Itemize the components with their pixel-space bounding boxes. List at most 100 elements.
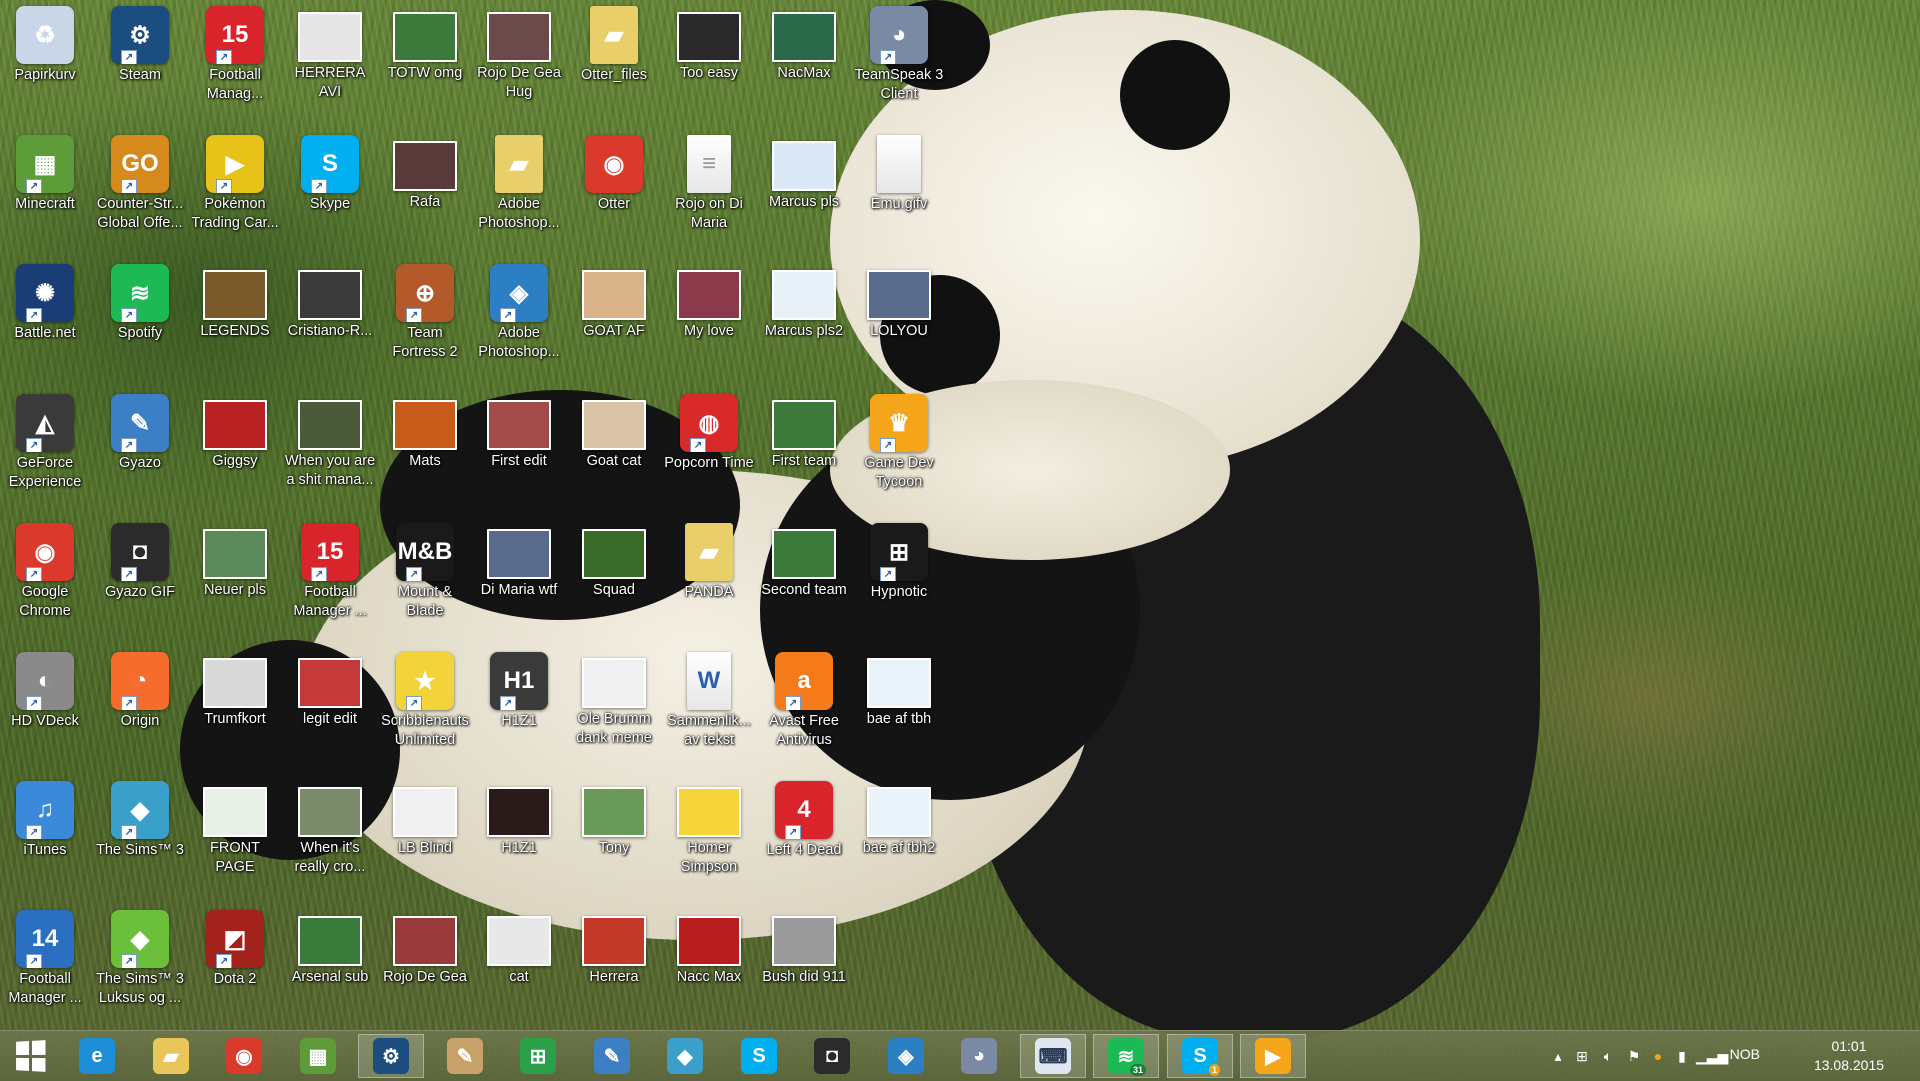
desktop-icon[interactable]: ▰ PANDA bbox=[663, 517, 755, 641]
taskbar-steam-button[interactable]: ⚙ bbox=[358, 1034, 424, 1078]
desktop-icon[interactable]: ♛ ↗ Game Dev Tycoon bbox=[853, 388, 945, 512]
desktop-icon[interactable]: Nacc Max bbox=[663, 904, 755, 1028]
taskbar-on-screen-keyboard-button[interactable]: ⌨ bbox=[1020, 1034, 1086, 1078]
taskbar-media-player-button[interactable]: ▶ bbox=[1240, 1034, 1306, 1078]
taskbar-spotify-button[interactable]: ≋ 31 bbox=[1093, 1034, 1159, 1078]
desktop-icon[interactable]: Arsenal sub bbox=[284, 904, 376, 1028]
desktop-icon[interactable]: H1 ↗ H1Z1 bbox=[473, 646, 565, 770]
desktop-icon[interactable]: First team bbox=[758, 388, 850, 512]
desktop-icon[interactable]: ◔ ↗ Origin bbox=[94, 646, 186, 770]
desktop-icon[interactable]: ▰ Otter_files bbox=[568, 0, 660, 124]
desktop-icon[interactable]: Cristiano-R... bbox=[284, 258, 376, 382]
desktop-icon[interactable]: Homer Simpson bbox=[663, 775, 755, 899]
avast-tray-icon[interactable]: ● bbox=[1648, 1046, 1668, 1066]
desktop-icon[interactable]: Neuer pls bbox=[189, 517, 281, 641]
desktop-icon[interactable]: Emu.gifv bbox=[853, 129, 945, 253]
desktop-icon[interactable]: ♫ ↗ iTunes bbox=[0, 775, 91, 899]
desktop-icon[interactable]: When it's really cro... bbox=[284, 775, 376, 899]
input-language[interactable]: NOB bbox=[1730, 1046, 1760, 1062]
desktop-icon[interactable]: 15 ↗ Football Manag... bbox=[189, 0, 281, 124]
volume-icon[interactable]: 🔈︎ bbox=[1598, 1046, 1618, 1066]
desktop-icon[interactable]: ◐ ↗ HD VDeck bbox=[0, 646, 91, 770]
desktop-icon[interactable]: ♻ Papirkurv bbox=[0, 0, 91, 124]
taskbar-chrome-button[interactable]: ◉ bbox=[211, 1034, 277, 1078]
desktop-icon[interactable]: ◭ ↗ GeForce Experience bbox=[0, 388, 91, 512]
desktop-icon[interactable]: Giggsy bbox=[189, 388, 281, 512]
desktop-icon[interactable]: 14 ↗ Football Manager ... bbox=[0, 904, 91, 1028]
desktop-icon[interactable]: Bush did 911 bbox=[758, 904, 850, 1028]
taskbar-windows-store-button[interactable]: ⊞ bbox=[505, 1034, 571, 1078]
desktop-icon[interactable]: legit edit bbox=[284, 646, 376, 770]
desktop-icon[interactable]: ≋ ↗ Spotify bbox=[94, 258, 186, 382]
desktop-icon[interactable]: 15 ↗ Football Manager ... bbox=[284, 517, 376, 641]
flag-icon[interactable]: ⚑ bbox=[1624, 1046, 1644, 1066]
desktop-icon[interactable]: bae af tbh bbox=[853, 646, 945, 770]
taskbar-gyazo-button[interactable]: ✎ bbox=[579, 1034, 645, 1078]
battery-icon[interactable]: ▮ bbox=[1672, 1046, 1692, 1066]
taskbar-file-explorer-button[interactable]: ▰ bbox=[138, 1034, 204, 1078]
desktop-icon[interactable]: ◉ Otter bbox=[568, 129, 660, 253]
desktop-icon[interactable]: Rojo De Gea Hug bbox=[473, 0, 565, 124]
taskbar-photoshop-installer-button[interactable]: ◈ bbox=[873, 1034, 939, 1078]
desktop-icon[interactable]: Marcus pls2 bbox=[758, 258, 850, 382]
desktop-icon[interactable]: Rafa bbox=[379, 129, 471, 253]
desktop-icon[interactable]: ⚙ ↗ Steam bbox=[94, 0, 186, 124]
desktop-icon[interactable]: ▰ Adobe Photoshop... bbox=[473, 129, 565, 253]
desktop-icon[interactable]: LB Blind bbox=[379, 775, 471, 899]
desktop-icon[interactable]: W Sammenlik... av tekst bbox=[663, 646, 755, 770]
desktop-icon[interactable]: ◍ ↗ Popcorn Time bbox=[663, 388, 755, 512]
desktop-icon[interactable]: ⊕ ↗ Team Fortress 2 bbox=[379, 258, 471, 382]
desktop-icon[interactable]: H1Z1 bbox=[473, 775, 565, 899]
taskbar-gyazo-gif-button[interactable]: ◘ bbox=[799, 1034, 865, 1078]
network-signal-icon[interactable]: ▁▃▅ bbox=[1696, 1046, 1728, 1066]
desktop-icon[interactable]: M&B ↗ Mount & Blade bbox=[379, 517, 471, 641]
taskbar-minecraft-button[interactable]: ▦ bbox=[285, 1034, 351, 1078]
desktop-icon[interactable]: Goat cat bbox=[568, 388, 660, 512]
desktop-icon[interactable]: Second team bbox=[758, 517, 850, 641]
desktop-icon[interactable]: ★ ↗ Scribblenauts Unlimited bbox=[379, 646, 471, 770]
desktop-icon[interactable]: ◆ ↗ The Sims™ 3 Luksus og ... bbox=[94, 904, 186, 1028]
desktop-icon[interactable]: First edit bbox=[473, 388, 565, 512]
desktop-icon[interactable]: ✎ ↗ Gyazo bbox=[94, 388, 186, 512]
desktop-icon[interactable]: ◉ ↗ Google Chrome bbox=[0, 517, 91, 641]
desktop-icon[interactable]: Marcus pls bbox=[758, 129, 850, 253]
taskbar-skype-button[interactable]: S bbox=[726, 1034, 792, 1078]
taskbar-paint-button[interactable]: ✎ bbox=[432, 1034, 498, 1078]
taskbar-teamspeak-button[interactable]: ◕ bbox=[946, 1034, 1012, 1078]
desktop-icon[interactable]: Mats bbox=[379, 388, 471, 512]
desktop-icon[interactable]: LOLYOU bbox=[853, 258, 945, 382]
taskbar-internet-explorer-button[interactable]: e bbox=[64, 1034, 130, 1078]
desktop-icon[interactable]: bae af tbh2 bbox=[853, 775, 945, 899]
desktop-icon[interactable]: ◩ ↗ Dota 2 bbox=[189, 904, 281, 1028]
desktop-icon[interactable]: ≡ Rojo on Di Maria bbox=[663, 129, 755, 253]
start-button[interactable] bbox=[8, 1039, 52, 1073]
desktop-icon[interactable]: ⊞ ↗ Hypnotic bbox=[853, 517, 945, 641]
desktop-icon[interactable]: Squad bbox=[568, 517, 660, 641]
show-hidden-icons-icon[interactable]: ▴ bbox=[1548, 1046, 1568, 1066]
desktop-icon[interactable]: ▦ ↗ Minecraft bbox=[0, 129, 91, 253]
desktop-icon[interactable]: My love bbox=[663, 258, 755, 382]
desktop-icon[interactable]: NacMax bbox=[758, 0, 850, 124]
desktop-icon[interactable]: GO ↗ Counter-Str... Global Offe... bbox=[94, 129, 186, 253]
desktop-icon[interactable]: cat bbox=[473, 904, 565, 1028]
desktop-icon[interactable]: ◘ ↗ Gyazo GIF bbox=[94, 517, 186, 641]
desktop-icon[interactable]: ◕ ↗ TeamSpeak 3 Client bbox=[853, 0, 945, 124]
desktop-icon[interactable]: Tony bbox=[568, 775, 660, 899]
desktop-icon[interactable]: ✺ ↗ Battle.net bbox=[0, 258, 91, 382]
taskbar-skype-notification-button[interactable]: S1 bbox=[1167, 1034, 1233, 1078]
desktop-icon[interactable]: HERRERA AVI bbox=[284, 0, 376, 124]
desktop-icon[interactable]: FRONT PAGE bbox=[189, 775, 281, 899]
desktop-icon[interactable]: Ole Brumm dank meme bbox=[568, 646, 660, 770]
desktop-icon[interactable]: S ↗ Skype bbox=[284, 129, 376, 253]
desktop-icon[interactable]: LEGENDS bbox=[189, 258, 281, 382]
desktop-icon[interactable]: GOAT AF bbox=[568, 258, 660, 382]
action-center-flag-icon[interactable]: ⊞ bbox=[1572, 1046, 1592, 1066]
desktop-icon[interactable]: TOTW omg bbox=[379, 0, 471, 124]
taskbar-sims3-button[interactable]: ◆ bbox=[652, 1034, 718, 1078]
desktop-icon[interactable]: Rojo De Gea bbox=[379, 904, 471, 1028]
desktop-icon[interactable]: ▶ ↗ Pokémon Trading Car... bbox=[189, 129, 281, 253]
desktop-icon[interactable]: ◈ ↗ Adobe Photoshop... bbox=[473, 258, 565, 382]
desktop-icon[interactable]: When you are a shit mana... bbox=[284, 388, 376, 512]
desktop-icon[interactable]: 4 ↗ Left 4 Dead bbox=[758, 775, 850, 899]
desktop-icon[interactable]: a ↗ Avast Free Antivirus bbox=[758, 646, 850, 770]
